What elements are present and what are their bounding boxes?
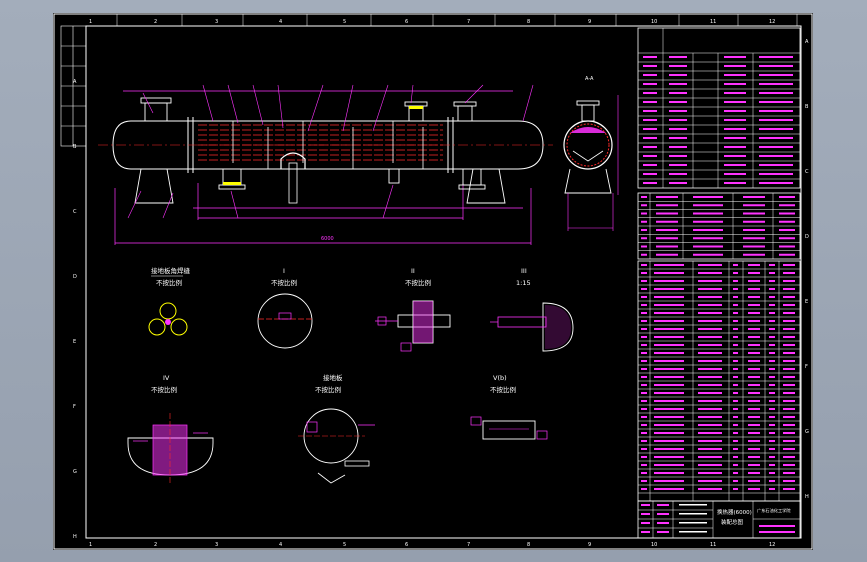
left-revision-block <box>60 25 87 147</box>
column-number: 6 <box>405 542 408 548</box>
heat-exchanger-main-view[interactable]: 6000 <box>98 84 553 245</box>
section-dims <box>567 95 619 231</box>
row-letter: G <box>805 429 809 435</box>
detail-title: 接地板角焊缝 <box>151 266 191 275</box>
row-letter: B <box>73 144 77 150</box>
column-number: 8 <box>527 19 530 25</box>
column-number: 3 <box>215 19 218 25</box>
column-number: 4 <box>279 19 282 25</box>
column-number: 7 <box>467 19 470 25</box>
column-numbers-bottom: 1 2 3 4 5 6 7 8 9 10 11 12 <box>89 542 775 548</box>
row-letter: E <box>73 339 76 345</box>
section-label: A-A <box>585 76 594 82</box>
saddle-supports <box>134 168 506 204</box>
column-number: 12 <box>769 542 775 548</box>
row-letter: H <box>73 534 77 540</box>
main-dimensions <box>114 90 532 245</box>
detail-title: 接地板 <box>323 373 343 382</box>
detail-subtitle: 不按比例 <box>315 385 341 394</box>
parts-list-table[interactable] <box>637 260 801 502</box>
section-a-a-view[interactable]: A-A <box>563 76 619 231</box>
row-letter: D <box>73 274 77 280</box>
detail-title: V(b) <box>493 374 507 382</box>
detail-title: IV <box>163 374 170 382</box>
callout-leaders <box>127 84 534 219</box>
cad-viewport[interactable]: 1 2 3 4 5 6 7 8 9 10 11 12 1 2 3 4 5 6 7 8 9 10 11 12 AABBCCDD… <box>0 0 867 562</box>
column-number: 11 <box>710 542 716 548</box>
nozzle-table[interactable] <box>637 192 801 260</box>
detail-v[interactable]: V(b) 不按比例 <box>470 374 548 440</box>
detail-title: II <box>411 267 415 275</box>
detail-ground-plate[interactable]: 接地板 不按比例 <box>298 373 375 484</box>
column-number: 7 <box>467 542 470 548</box>
column-number: 1 <box>89 19 92 25</box>
detail-subtitle: 不按比例 <box>490 385 516 394</box>
column-number: 2 <box>154 19 157 25</box>
row-letter: F <box>73 404 76 410</box>
column-number: 6 <box>405 19 408 25</box>
drawing-canvas[interactable]: 1 2 3 4 5 6 7 8 9 10 11 12 1 2 3 4 5 6 7 8 9 10 11 12 AABBCCDD… <box>53 13 813 550</box>
row-letter: C <box>805 169 809 175</box>
row-letter: D <box>805 234 809 240</box>
column-number: 2 <box>154 542 157 548</box>
drawing-subname: 装配总图 <box>721 518 744 526</box>
column-number: 9 <box>588 19 591 25</box>
column-number: 1 <box>89 542 92 548</box>
detail-ii[interactable]: II 不按比例 <box>375 267 451 352</box>
detail-title: III <box>521 267 527 275</box>
column-number: 10 <box>651 542 657 548</box>
column-number: 5 <box>343 542 346 548</box>
detail-subtitle: 不按比例 <box>151 385 177 394</box>
column-number: 5 <box>343 19 346 25</box>
detail-title: I <box>283 267 285 275</box>
detail-ground-weld[interactable]: 接地板角焊缝 不按比例 <box>148 266 191 336</box>
detail-subtitle: 1:15 <box>516 279 531 287</box>
column-numbers-top: 1 2 3 4 5 6 7 8 9 10 11 12 <box>89 14 798 26</box>
row-letter: C <box>73 209 77 215</box>
column-number: 4 <box>279 542 282 548</box>
detail-iii[interactable]: III 1:15 <box>490 267 574 352</box>
column-number: 9 <box>588 542 591 548</box>
row-letter: E <box>805 299 808 305</box>
column-number: 3 <box>215 542 218 548</box>
drawing-svg: 1 2 3 4 5 6 7 8 9 10 11 12 1 2 3 4 5 6 7 8 9 10 11 12 AABBCCDD… <box>53 13 813 550</box>
tube-bundle <box>198 124 443 161</box>
detail-subtitle: 不按比例 <box>271 278 297 287</box>
detail-subtitle: 不按比例 <box>156 278 182 287</box>
company-name: 广东石油化工学院 <box>757 507 791 514</box>
section-baffle <box>572 150 604 162</box>
detail-i[interactable]: I 不按比例 <box>257 267 313 349</box>
detail-iv[interactable]: IV 不按比例 <box>127 374 214 483</box>
drawing-name: 换热器(6000) <box>717 508 752 516</box>
title-block[interactable]: 换热器(6000) 装配总图 广东石油化工学院 <box>637 500 801 539</box>
row-letter: H <box>805 494 809 500</box>
overall-length-dim: 6000 <box>321 236 334 242</box>
column-number: 11 <box>710 19 716 25</box>
technical-spec-table[interactable] <box>637 27 801 189</box>
column-number: 8 <box>527 542 530 548</box>
row-letter: A <box>805 39 809 45</box>
section-nozzle <box>564 100 612 194</box>
column-number: 10 <box>651 19 657 25</box>
row-letter: G <box>73 469 77 475</box>
detail-subtitle: 不按比例 <box>405 278 431 287</box>
row-letter: F <box>805 364 808 370</box>
row-letter: B <box>805 104 809 110</box>
column-number: 12 <box>769 19 775 25</box>
row-letter: A <box>73 79 77 85</box>
